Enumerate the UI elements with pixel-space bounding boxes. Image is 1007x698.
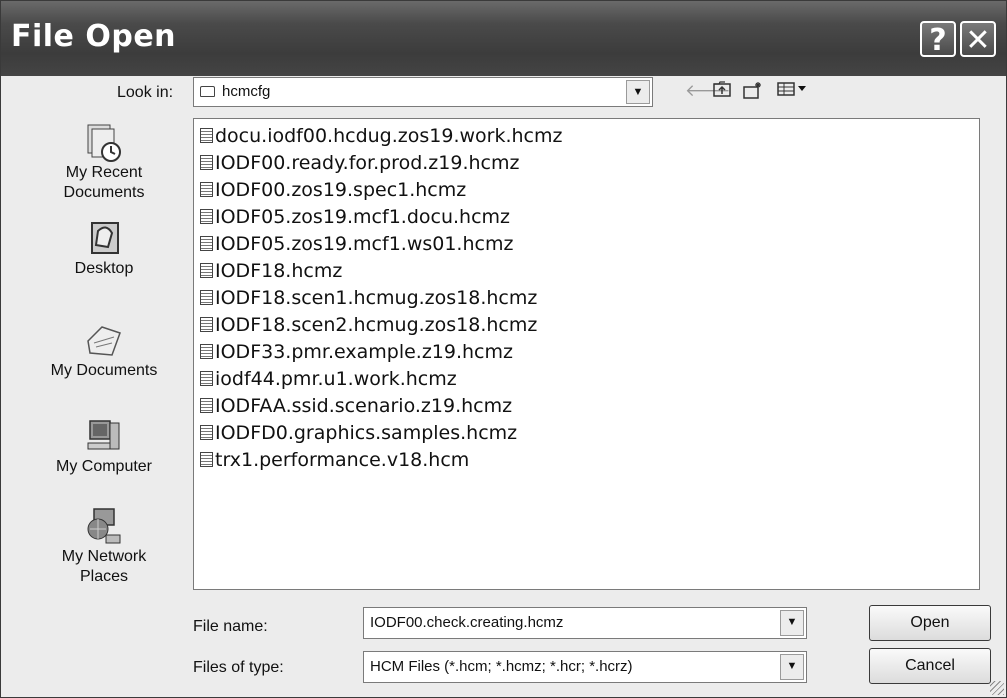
document-icon (200, 398, 213, 413)
file-name-text: IODF00.ready.for.prod.z19.hcmz (215, 152, 520, 174)
file-list-item[interactable]: iodf44.pmr.u1.work.hcmz (200, 368, 457, 390)
network-places-icon (87, 508, 121, 544)
file-name-text: IODF18.scen1.hcmug.zos18.hcmz (215, 287, 538, 309)
file-name-text: IODF05.zos19.mcf1.docu.hcmz (215, 206, 511, 228)
open-button[interactable]: Open (869, 605, 991, 641)
file-name-text: IODF05.zos19.mcf1.ws01.hcmz (215, 233, 514, 255)
file-name-text: IODFD0.graphics.samples.hcmz (215, 422, 518, 444)
file-list-item[interactable]: docu.iodf00.hcdug.zos19.work.hcmz (200, 125, 562, 147)
folder-icon (200, 86, 215, 97)
dialog-title: File Open (11, 19, 177, 54)
look-in-value: hcmcfg (222, 83, 271, 100)
look-in-dropdown[interactable]: hcmcfg ▼ (193, 77, 653, 107)
look-in-label: Look in: (117, 84, 174, 101)
file-name-text: iodf44.pmr.u1.work.hcmz (215, 368, 457, 390)
my-computer-icon (87, 420, 120, 450)
place-desktop[interactable]: Desktop (29, 219, 179, 279)
file-list[interactable]: docu.iodf00.hcdug.zos19.work.hcmz IODF00.… (193, 118, 980, 590)
document-icon (200, 182, 213, 197)
chevron-down-icon[interactable]: ▼ (780, 610, 804, 636)
resize-grip-icon[interactable] (990, 681, 1004, 695)
cancel-button[interactable]: Cancel (869, 648, 991, 684)
recent-documents-icon (87, 124, 121, 162)
files-of-type-label: Files of type: (193, 659, 284, 676)
file-open-dialog: File Open ? ✕ Look in: hcmcfg ▼ 🡐 My Rec… (0, 0, 1007, 698)
document-icon (200, 236, 213, 251)
file-list-item[interactable]: IODF33.pmr.example.z19.hcmz (200, 341, 513, 363)
file-name-text: IODFAA.ssid.scenario.z19.hcmz (215, 395, 513, 417)
document-icon (200, 128, 213, 143)
up-folder-icon[interactable] (713, 81, 731, 102)
file-name-label: File name: (193, 618, 268, 635)
document-icon (200, 371, 213, 386)
file-name-text: IODF00.zos19.spec1.hcmz (215, 179, 467, 201)
file-list-item[interactable]: IODF18.hcmz (200, 260, 342, 282)
place-label: Places (79, 568, 129, 585)
chevron-down-icon[interactable]: ▼ (780, 654, 804, 680)
document-icon (200, 344, 213, 359)
place-my-recent-documents[interactable]: My Recent Documents (29, 123, 179, 203)
file-name-value: IODF00.check.creating.hcmz (370, 614, 564, 631)
file-name-text: IODF18.scen2.hcmug.zos18.hcmz (215, 314, 538, 336)
place-my-computer[interactable]: My Computer (29, 417, 179, 477)
place-my-network-places[interactable]: My Network Places (29, 507, 179, 587)
file-name-text: IODF18.hcmz (215, 260, 343, 282)
document-icon (200, 209, 213, 224)
file-name-text: trx1.performance.v18.hcm (215, 449, 470, 471)
place-label: My Documents (50, 362, 158, 379)
file-list-item[interactable]: IODF18.scen1.hcmug.zos18.hcmz (200, 287, 537, 309)
my-documents-icon (87, 326, 121, 356)
close-button[interactable]: ✕ (960, 21, 996, 58)
document-icon (200, 263, 213, 278)
file-list-item[interactable]: IODF18.scen2.hcmug.zos18.hcmz (200, 314, 537, 336)
document-icon (200, 452, 213, 467)
files-of-type-value: HCM Files (*.hcm; *.hcmz; *.hcr; *.hcrz) (370, 658, 633, 675)
view-menu-icon[interactable] (777, 81, 811, 102)
file-name-text: docu.iodf00.hcdug.zos19.work.hcmz (215, 125, 563, 147)
place-label: My Recent (65, 164, 143, 181)
place-label: Desktop (74, 260, 134, 277)
place-my-documents[interactable]: My Documents (29, 321, 179, 381)
file-list-item[interactable]: IODF00.zos19.spec1.hcmz (200, 179, 466, 201)
file-name-input[interactable]: IODF00.check.creating.hcmz ▼ (363, 607, 807, 639)
document-icon (200, 425, 213, 440)
chevron-down-icon[interactable]: ▼ (626, 80, 650, 104)
file-list-item[interactable]: IODF00.ready.for.prod.z19.hcmz (200, 152, 519, 174)
document-icon (200, 317, 213, 332)
file-name-text: IODF33.pmr.example.z19.hcmz (215, 341, 513, 363)
file-list-item[interactable]: IODF05.zos19.mcf1.docu.hcmz (200, 206, 510, 228)
file-list-item[interactable]: IODF05.zos19.mcf1.ws01.hcmz (200, 233, 513, 255)
files-of-type-dropdown[interactable]: HCM Files (*.hcm; *.hcmz; *.hcr; *.hcrz)… (363, 651, 807, 683)
help-button[interactable]: ? (920, 21, 956, 58)
title-bar[interactable]: File Open ? ✕ (1, 1, 1006, 76)
file-list-item[interactable]: trx1.performance.v18.hcm (200, 449, 469, 471)
new-folder-icon[interactable] (743, 81, 763, 104)
place-label: My Computer (55, 458, 153, 475)
document-icon (200, 155, 213, 170)
place-label: Documents (63, 184, 145, 201)
desktop-icon (91, 222, 119, 254)
file-list-item[interactable]: IODFAA.ssid.scenario.z19.hcmz (200, 395, 512, 417)
document-icon (200, 290, 213, 305)
file-list-item[interactable]: IODFD0.graphics.samples.hcmz (200, 422, 517, 444)
place-label: My Network (61, 548, 147, 565)
